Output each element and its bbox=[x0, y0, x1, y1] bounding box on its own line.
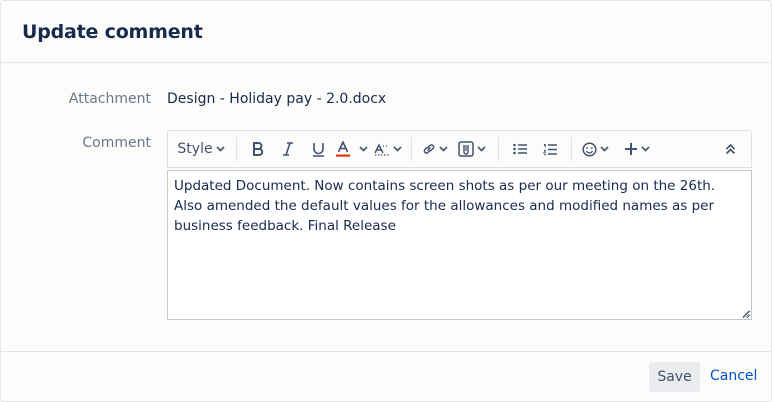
italic-icon bbox=[283, 142, 293, 156]
numbered-list-icon bbox=[543, 143, 557, 155]
comment-label: Comment bbox=[82, 135, 151, 151]
chevron-down-icon bbox=[393, 146, 402, 152]
toolbar-divider bbox=[411, 137, 412, 161]
toolbar-divider bbox=[571, 137, 572, 161]
cancel-link[interactable]: Cancel bbox=[710, 368, 757, 384]
italic-button[interactable] bbox=[273, 136, 303, 162]
underline-button[interactable] bbox=[303, 136, 333, 162]
editor-toolbar: Style bbox=[167, 130, 752, 168]
dialog-header: Update comment bbox=[1, 1, 771, 63]
numbered-list-button[interactable] bbox=[535, 136, 565, 162]
chevron-down-icon bbox=[641, 146, 650, 152]
chevron-down-icon bbox=[599, 146, 609, 152]
attachment-filename: Design - Holiday pay - 2.0.docx bbox=[167, 91, 387, 107]
more-formatting-icon bbox=[374, 143, 389, 156]
emoji-button[interactable] bbox=[578, 136, 612, 162]
chevron-down-icon bbox=[359, 146, 368, 152]
save-button[interactable]: Save bbox=[649, 362, 700, 392]
update-comment-dialog: Update comment Attachment Design - Holid… bbox=[0, 0, 772, 402]
underline-icon bbox=[312, 142, 324, 157]
text-color-button[interactable] bbox=[333, 136, 371, 162]
bullet-list-button[interactable] bbox=[505, 136, 535, 162]
emoji-icon bbox=[581, 141, 597, 157]
attachment-label: Attachment bbox=[68, 91, 151, 107]
bold-button[interactable] bbox=[243, 136, 273, 162]
chevron-down-icon bbox=[439, 146, 448, 152]
bold-icon bbox=[253, 142, 264, 156]
style-dropdown-label: Style bbox=[177, 141, 213, 157]
comment-textarea[interactable]: Updated Document. Now contains screen sh… bbox=[167, 170, 752, 320]
bullet-list-icon bbox=[513, 143, 527, 155]
toolbar-divider bbox=[236, 137, 237, 161]
attachment-icon bbox=[458, 141, 474, 157]
insert-icon bbox=[625, 143, 637, 155]
comment-text: Updated Document. Now contains screen sh… bbox=[174, 178, 716, 234]
attachment-button[interactable] bbox=[452, 136, 492, 162]
insert-more-button[interactable] bbox=[618, 136, 656, 162]
style-dropdown[interactable]: Style bbox=[172, 136, 230, 162]
collapse-toolbar-button[interactable] bbox=[717, 136, 743, 162]
chevron-down-icon bbox=[477, 146, 486, 152]
link-icon bbox=[423, 144, 435, 154]
text-color-icon bbox=[336, 141, 350, 157]
dialog-title: Update comment bbox=[22, 20, 203, 43]
chevron-down-icon bbox=[216, 146, 225, 152]
link-button[interactable] bbox=[418, 136, 452, 162]
resize-grip-icon[interactable] bbox=[742, 310, 750, 318]
toolbar-divider bbox=[498, 137, 499, 161]
collapse-toolbar-icon bbox=[725, 143, 735, 155]
more-formatting-button[interactable] bbox=[371, 136, 405, 162]
